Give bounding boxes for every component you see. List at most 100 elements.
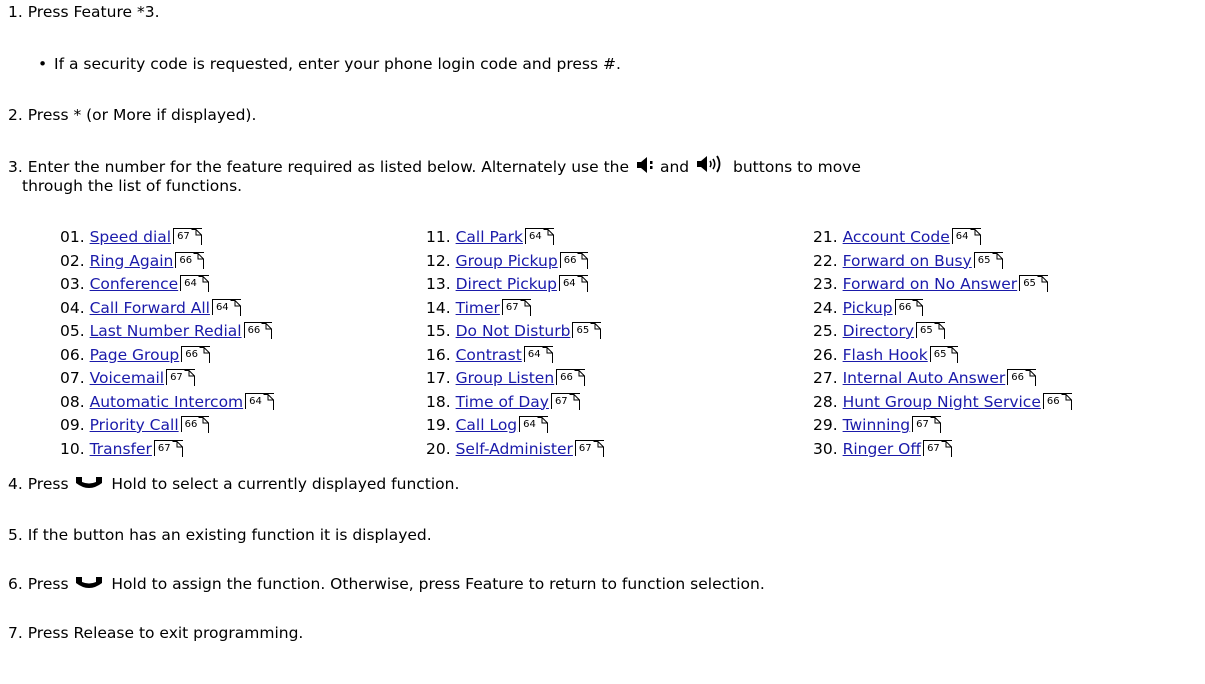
- page-ref-icon: [941, 440, 952, 457]
- function-link[interactable]: Time of Day: [456, 393, 549, 411]
- page-reference-link[interactable]: 67: [153, 439, 183, 457]
- page-number: 67: [927, 442, 940, 454]
- function-link[interactable]: Ringer Off: [843, 440, 921, 458]
- page-reference-link[interactable]: 66: [1007, 369, 1036, 386]
- function-link[interactable]: Hunt Group Night Service: [843, 393, 1041, 411]
- function-number: 22.: [813, 251, 838, 270]
- page-reference-link[interactable]: 66: [180, 416, 210, 433]
- function-link[interactable]: Automatic Intercom: [90, 393, 244, 411]
- function-link[interactable]: Internal Auto Answer: [843, 369, 1006, 387]
- page-number: 66: [898, 301, 912, 313]
- page-reference-link[interactable]: 64: [951, 228, 981, 245]
- page-reference-link[interactable]: 66: [556, 369, 585, 386]
- page-reference-link[interactable]: 66: [243, 322, 273, 339]
- page-reference-link[interactable]: 67: [501, 298, 531, 316]
- function-link[interactable]: Speed dial: [90, 228, 171, 246]
- page-reference-link[interactable]: 65: [572, 322, 602, 339]
- page-reference-link[interactable]: 64: [519, 416, 548, 433]
- page-ref-icon: [172, 440, 183, 457]
- function-link[interactable]: Flash Hook: [843, 346, 928, 364]
- page-reference-link[interactable]: 66: [175, 251, 205, 269]
- page-ref-icon: [569, 393, 580, 410]
- function-item: 20. Self-Administer 67: [426, 438, 604, 462]
- function-link[interactable]: Account Code: [843, 228, 950, 246]
- function-link[interactable]: Call Forward All: [90, 299, 210, 317]
- function-link[interactable]: Contrast: [456, 346, 522, 364]
- page-reference-link[interactable]: 65: [973, 251, 1003, 269]
- function-number: 10.: [60, 439, 85, 458]
- page-reference-link[interactable]: 65: [916, 322, 945, 339]
- function-item: 25. Directory 65: [813, 320, 1072, 344]
- function-item: 16. Contrast 64: [426, 344, 604, 368]
- function-number: 13.: [426, 275, 451, 293]
- function-number: 27.: [813, 369, 838, 387]
- function-link[interactable]: Group Pickup: [456, 252, 558, 270]
- function-link[interactable]: Forward on Busy: [843, 252, 972, 270]
- function-link[interactable]: Call Park: [456, 228, 523, 246]
- function-number: 21.: [813, 228, 838, 246]
- function-item: 29. Twinning 67: [813, 414, 1072, 438]
- page-ref-icon: [199, 346, 210, 363]
- step-2: 2. Press * (or More if displayed).: [8, 105, 256, 125]
- step-text: Press * (or More if displayed).: [27, 106, 257, 124]
- page-reference-link[interactable]: 67: [923, 439, 952, 457]
- function-number: 24.: [813, 298, 838, 317]
- function-item: 26. Flash Hook 65: [813, 344, 1072, 368]
- function-link[interactable]: Do Not Disturb: [456, 322, 571, 340]
- function-link[interactable]: Transfer: [90, 440, 152, 458]
- page-reference-link[interactable]: 65: [929, 345, 959, 363]
- function-number: 19.: [426, 416, 451, 434]
- function-link[interactable]: Pickup: [843, 299, 893, 317]
- function-link[interactable]: Group Listen: [456, 369, 555, 387]
- page-reference-link[interactable]: 66: [894, 298, 924, 316]
- page-reference-link[interactable]: 67: [166, 369, 195, 386]
- page-reference-link[interactable]: 67: [912, 416, 941, 433]
- page-reference-link[interactable]: 66: [559, 251, 589, 269]
- function-link[interactable]: Page Group: [90, 346, 180, 364]
- function-link[interactable]: Timer: [456, 299, 500, 317]
- function-number: 12.: [426, 251, 451, 270]
- function-link[interactable]: Twinning: [843, 416, 911, 434]
- page-reference-link[interactable]: 66: [1042, 392, 1072, 410]
- function-link[interactable]: Call Log: [456, 416, 518, 434]
- function-item: 08. Automatic Intercom 64: [60, 391, 274, 415]
- step-number: 1.: [8, 3, 23, 21]
- page-reference-link[interactable]: 64: [180, 275, 209, 292]
- page-ref-icon: [970, 229, 981, 245]
- page-reference-link[interactable]: 67: [173, 228, 202, 245]
- function-number: 03.: [60, 275, 85, 293]
- function-link[interactable]: Directory: [843, 322, 914, 340]
- function-link[interactable]: Priority Call: [90, 416, 179, 434]
- function-column-3: 21. Account Code 64 22. Forward on Busy 65 2…: [813, 226, 1072, 461]
- page-number: 67: [554, 395, 568, 407]
- function-link[interactable]: Self-Administer: [456, 440, 573, 458]
- page-reference-link[interactable]: 66: [181, 345, 210, 363]
- function-item: 04. Call Forward All 64: [60, 297, 274, 321]
- page-reference-link[interactable]: 64: [523, 345, 553, 363]
- page-reference-link[interactable]: 67: [574, 439, 604, 457]
- page-number: 64: [562, 278, 576, 289]
- page-ref-icon: [593, 440, 604, 457]
- page-reference-link[interactable]: 67: [550, 392, 580, 410]
- page-reference-link[interactable]: 64: [211, 298, 241, 316]
- page-ref-icon: [198, 417, 210, 433]
- function-link[interactable]: Conference: [90, 275, 179, 293]
- page-ref-icon: [1061, 393, 1072, 410]
- page-number: 64: [955, 231, 969, 242]
- function-item: 22. Forward on Busy 65: [813, 250, 1072, 274]
- function-item: 03. Conference 64: [60, 273, 274, 297]
- function-number: 04.: [60, 298, 85, 317]
- function-link[interactable]: Direct Pickup: [456, 275, 557, 293]
- function-link[interactable]: Forward on No Answer: [843, 275, 1018, 293]
- page-reference-link[interactable]: 64: [558, 275, 588, 292]
- function-link[interactable]: Last Number Redial: [90, 322, 242, 340]
- page-ref-icon: [930, 417, 941, 433]
- handset-icon: [75, 575, 103, 595]
- function-link[interactable]: Ring Again: [90, 252, 174, 270]
- function-number: 30.: [813, 439, 838, 458]
- page-reference-link[interactable]: 64: [245, 392, 274, 410]
- page-reference-link[interactable]: 64: [524, 228, 554, 245]
- page-ref-icon: [934, 323, 945, 339]
- function-link[interactable]: Voicemail: [90, 369, 164, 387]
- page-reference-link[interactable]: 65: [1019, 275, 1048, 292]
